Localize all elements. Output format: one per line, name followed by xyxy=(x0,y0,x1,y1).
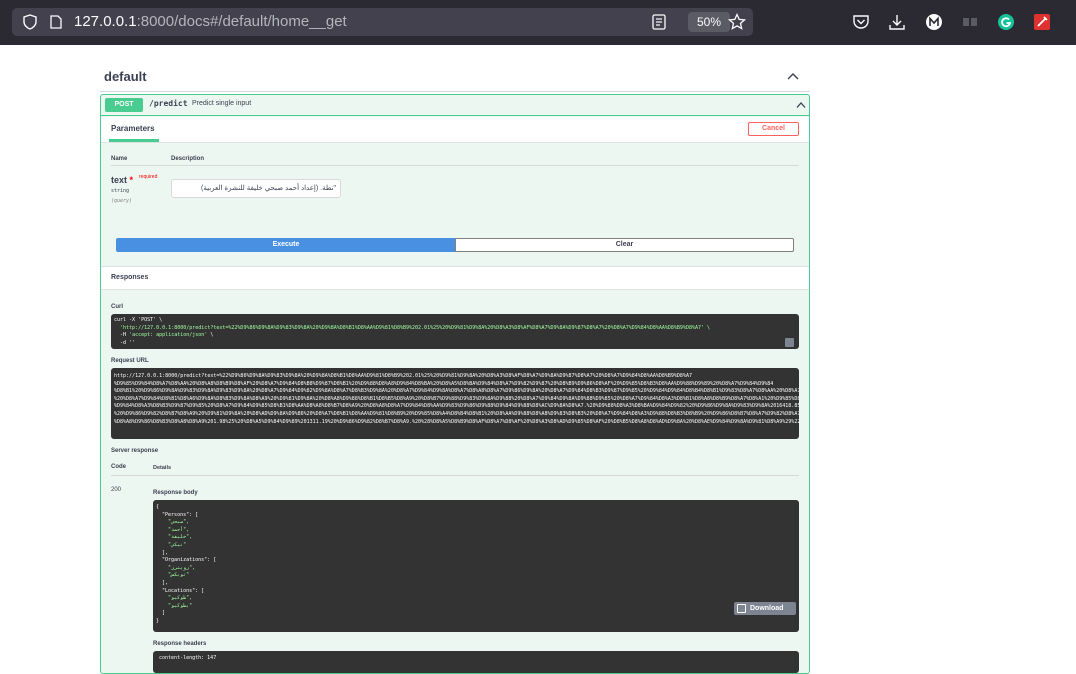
parameters-bar: Parameters Cancel xyxy=(101,117,809,143)
param-type: string xyxy=(111,188,130,194)
extension-icon[interactable] xyxy=(961,13,979,31)
curl-line: -H 'accept: application/json' \ xyxy=(114,332,796,340)
shield-icon[interactable] xyxy=(22,14,38,30)
response-body-line: "طوكيو", xyxy=(156,595,193,602)
responses-title: Responses xyxy=(111,274,149,281)
response-body-line: "رويترز", xyxy=(156,564,196,571)
response-body-line: } xyxy=(156,617,160,624)
required-star: * xyxy=(129,175,134,185)
status-code: 200 xyxy=(111,487,122,493)
response-body-line: ], xyxy=(156,579,169,586)
response-body-line: "بطوكيو" xyxy=(156,602,193,609)
param-name-text: text xyxy=(111,175,128,185)
clear-button[interactable]: Clear xyxy=(455,238,794,252)
code-header: Code xyxy=(111,464,126,470)
server-response-label: Server response xyxy=(111,448,159,454)
response-header-divider xyxy=(111,475,799,476)
download-icon xyxy=(737,604,746,613)
response-body-line: ], xyxy=(156,549,169,556)
curl-block[interactable]: curl -X 'POST' \ 'http://127.0.0.1:8000/… xyxy=(111,314,799,349)
col-description-header: Description xyxy=(171,156,205,162)
tab-parameters[interactable]: Parameters xyxy=(111,124,155,133)
response-body-line: { xyxy=(156,504,160,510)
response-body-line: "خليفة", xyxy=(156,534,193,541)
request-url-line: http://127.0.0.1:8000/predict?text=%22%D… xyxy=(114,373,692,379)
grammarly-icon[interactable] xyxy=(997,13,1015,31)
download-button[interactable]: Download xyxy=(734,602,796,615)
request-url-block[interactable]: http://127.0.0.1:8000/predict?text=%22%D… xyxy=(111,368,799,439)
chevron-up-icon[interactable] xyxy=(787,72,799,80)
copy-icon[interactable] xyxy=(785,338,794,347)
header-divider xyxy=(111,165,799,166)
col-name-header: Name xyxy=(111,156,128,162)
swagger-page: default POST /predict Predict single inp… xyxy=(0,45,1076,674)
curl-line: curl -X 'POST' \ xyxy=(114,317,163,323)
operation-summary: Predict single input xyxy=(192,100,252,107)
response-body-label: Response body xyxy=(153,490,198,496)
section-divider xyxy=(100,91,810,92)
header-line: content-length: 147 xyxy=(156,655,220,661)
tab-underline xyxy=(109,139,159,142)
text-param-input[interactable]: "نطة. (إعداد أحمد صبحي خليفة للنشرة العر… xyxy=(171,179,341,198)
section-title[interactable]: default xyxy=(104,69,147,84)
response-headers-label: Response headers xyxy=(153,641,207,647)
request-url-line: %20%D8%A7%D9%84%D8%B1%D8%A6%D9%8A%D8%B3%… xyxy=(114,395,799,402)
curl-header-value: 'accept: application/json' xyxy=(129,332,208,339)
request-url-line: %D8%A8%D9%86%D8%B3%D8%A8%D8%A9%201.98%25… xyxy=(114,418,799,425)
cancel-button[interactable]: Cancel xyxy=(748,122,799,136)
response-body-line: "نيكي" xyxy=(156,541,187,548)
request-url-line: %20%D9%86%D9%82%D8%B7%D8%A9%20%D9%81%D9%… xyxy=(114,410,799,417)
response-headers-block[interactable]: content-length: 147 xyxy=(153,651,799,673)
reader-view-icon[interactable] xyxy=(652,14,666,30)
response-body-line: "صبحي", xyxy=(156,519,190,526)
downloads-icon[interactable] xyxy=(888,13,906,31)
operation-header[interactable]: POST /predict Predict single input xyxy=(101,95,809,116)
param-name: text * xyxy=(111,175,133,185)
request-url-line: %D8%B1%20%D9%86%D9%8A%D9%83%D9%8A%D9%83%… xyxy=(114,388,799,395)
bookmark-star-icon[interactable] xyxy=(728,13,746,31)
responses-bar: Responses xyxy=(101,266,809,290)
browser-toolbar: 127.0.0.1:8000/docs#/default/home__get 5… xyxy=(0,0,1076,45)
details-header: Details xyxy=(153,465,172,471)
curl-line: -d '' xyxy=(114,339,136,346)
request-url-line: %D9%84%D8%A3%D8%B3%D9%87%D9%85%20%D8%A7%… xyxy=(114,403,799,410)
request-url-line: %D9%85%D9%84%D8%A7%D8%AA%20%D8%A8%D8%B9%… xyxy=(114,380,774,387)
url-text[interactable]: 127.0.0.1:8000/docs#/default/home__get xyxy=(74,13,347,30)
param-location: (query) xyxy=(111,198,133,204)
color-picker-extension-icon[interactable] xyxy=(1033,13,1051,31)
url-host: 127.0.0.1 xyxy=(74,13,137,30)
request-url-label: Request URL xyxy=(111,358,149,364)
operation-block: POST /predict Predict single input Param… xyxy=(100,94,810,674)
param-required-label: required xyxy=(139,174,158,180)
zoom-level-button[interactable]: 50% xyxy=(688,12,730,32)
response-body-line: "أحمد", xyxy=(156,526,190,533)
chevron-up-icon[interactable] xyxy=(796,101,806,109)
curl-header-flag: -H xyxy=(114,332,130,339)
curl-continuation: \ xyxy=(207,332,214,339)
pocket-icon[interactable] xyxy=(852,13,870,31)
download-label: Download xyxy=(750,605,784,612)
response-body-line: "توبكس" xyxy=(156,572,190,579)
url-path: :8000/docs#/default/home__get xyxy=(136,13,347,30)
page-info-icon[interactable] xyxy=(50,15,62,29)
response-body-line: ] xyxy=(156,610,166,617)
account-m-icon[interactable] xyxy=(925,13,943,31)
method-badge: POST xyxy=(105,98,143,112)
curl-line: 'http://127.0.0.1:8000/predict?text=%22%… xyxy=(114,324,711,331)
execute-button[interactable]: Execute xyxy=(116,238,456,252)
curl-label: Curl xyxy=(111,304,123,310)
operation-path: /predict xyxy=(149,99,188,108)
address-bar[interactable]: 127.0.0.1:8000/docs#/default/home__get 5… xyxy=(12,8,753,36)
response-body-line: "Organizations": [ xyxy=(156,557,217,564)
response-body-line: "Locations": [ xyxy=(156,587,205,594)
response-body-block[interactable]: { "Persons": [ "صبحي", "أحمد", "خليفة", … xyxy=(153,500,799,632)
response-body-line: "Persons": [ xyxy=(156,511,199,518)
